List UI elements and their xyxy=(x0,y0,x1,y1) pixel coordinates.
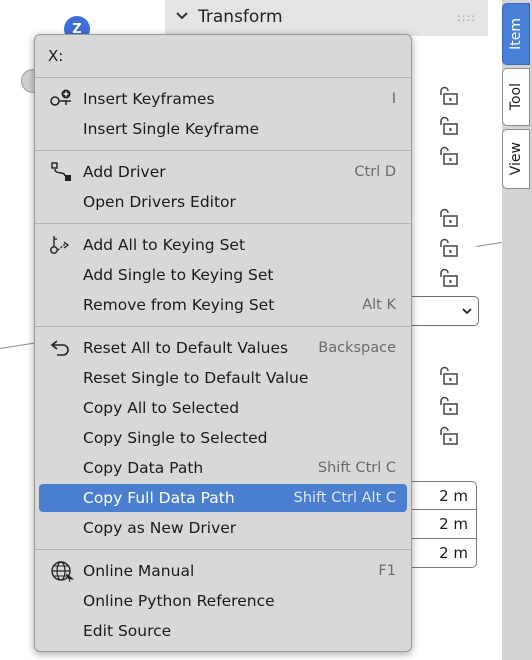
dimension-z-field[interactable]: 2 m xyxy=(405,539,477,568)
tab-tool[interactable]: Tool xyxy=(502,68,530,126)
menu-item-shortcut: Shift Ctrl Alt C xyxy=(293,490,396,506)
menu-item-label: Add All to Keying Set xyxy=(83,236,246,254)
menu-item-label: Add Driver xyxy=(83,163,166,181)
menu-item-label: Copy as New Driver xyxy=(83,519,237,537)
menu-separator xyxy=(35,150,411,151)
menu-item-copy-data-path[interactable]: Copy Data Path Shift Ctrl C xyxy=(39,454,407,482)
lock-icon[interactable] xyxy=(438,396,460,416)
menu-item-shortcut: Alt K xyxy=(362,297,396,313)
menu-item-label: Copy Data Path xyxy=(83,459,204,477)
drag-grip-icon[interactable]: :::: xyxy=(457,11,476,24)
menu-item-label: Copy All to Selected xyxy=(83,399,240,417)
tab-view-label: View xyxy=(508,142,524,176)
menu-item-copy-all-to-selected[interactable]: Copy All to Selected xyxy=(39,394,407,422)
menu-separator xyxy=(35,77,411,78)
menu-item-insert-keyframes[interactable]: Insert Keyframes I xyxy=(39,85,407,113)
menu-item-label: Remove from Keying Set xyxy=(83,296,275,314)
menu-item-label: Add Single to Keying Set xyxy=(83,266,274,284)
lock-icon[interactable] xyxy=(438,268,460,288)
menu-item-reset-single-to-default-value[interactable]: Reset Single to Default Value xyxy=(39,364,407,392)
tab-item-label: Item xyxy=(508,18,524,50)
menu-separator xyxy=(35,223,411,224)
menu-item-label: Reset All to Default Values xyxy=(83,339,289,357)
globe-icon xyxy=(49,560,75,582)
menu-item-label: Copy Single to Selected xyxy=(83,429,268,447)
menu-item-shortcut: Backspace xyxy=(318,340,396,356)
menu-item-label: Edit Source xyxy=(83,622,172,640)
menu-item-label: Reset Single to Default Value xyxy=(83,369,309,387)
tab-tool-label: Tool xyxy=(508,83,524,111)
menu-item-label: Online Python Reference xyxy=(83,592,275,610)
menu-item-label: Copy Full Data Path xyxy=(83,489,235,507)
tab-view[interactable]: View xyxy=(502,129,530,189)
lock-icon[interactable] xyxy=(438,208,460,228)
menu-separator xyxy=(35,326,411,327)
menu-item-label: Online Manual xyxy=(83,562,195,580)
chevron-down-icon xyxy=(175,9,189,27)
menu-item-copy-as-new-driver[interactable]: Copy as New Driver xyxy=(39,514,407,542)
menu-item-online-manual[interactable]: Online Manual F1 xyxy=(39,557,407,585)
lock-icon[interactable] xyxy=(438,426,460,446)
rotation-mode-dropdown[interactable] xyxy=(405,296,479,326)
menu-item-online-python-reference[interactable]: Online Python Reference xyxy=(39,587,407,615)
lock-icon[interactable] xyxy=(438,146,460,166)
reset-icon xyxy=(49,337,75,359)
lock-icon[interactable] xyxy=(438,86,460,106)
menu-item-shortcut: F1 xyxy=(378,563,396,579)
menu-item-copy-full-data-path[interactable]: Copy Full Data Path Shift Ctrl Alt C xyxy=(39,484,407,512)
lock-icon[interactable] xyxy=(438,366,460,386)
keyframe-insert-icon xyxy=(49,88,75,110)
menu-separator xyxy=(35,549,411,550)
menu-item-edit-source[interactable]: Edit Source xyxy=(39,617,407,645)
menu-item-insert-single-keyframe[interactable]: Insert Single Keyframe xyxy=(39,115,407,143)
dimension-x-field[interactable]: 2 m xyxy=(405,481,477,510)
chevron-down-icon xyxy=(461,301,473,321)
menu-item-copy-single-to-selected[interactable]: Copy Single to Selected xyxy=(39,424,407,452)
menu-item-shortcut: Shift Ctrl C xyxy=(317,460,396,476)
menu-title: X: xyxy=(48,47,64,65)
menu-item-label: Insert Single Keyframe xyxy=(83,120,260,138)
menu-item-remove-from-keying-set[interactable]: Remove from Keying Set Alt K xyxy=(39,291,407,319)
menu-item-open-drivers-editor[interactable]: Open Drivers Editor xyxy=(39,188,407,216)
driver-icon xyxy=(49,161,75,183)
context-menu: X: Insert Keyframes I Insert Single Keyfra… xyxy=(34,34,412,652)
keying-set-icon xyxy=(49,234,75,256)
menu-item-add-driver[interactable]: Add Driver Ctrl D xyxy=(39,158,407,186)
menu-item-shortcut: I xyxy=(391,91,396,107)
menu-item-add-all-to-keying-set[interactable]: Add All to Keying Set xyxy=(39,231,407,259)
lock-icon[interactable] xyxy=(438,116,460,136)
panel-title: Transform xyxy=(198,7,283,27)
tab-item[interactable]: Item xyxy=(502,3,530,65)
menu-item-shortcut: Ctrl D xyxy=(354,164,396,180)
dimension-y-field[interactable]: 2 m xyxy=(405,510,477,539)
transform-panel-header[interactable]: Transform :::: xyxy=(165,0,488,36)
menu-item-label: Open Drivers Editor xyxy=(83,193,236,211)
menu-item-add-single-to-keying-set[interactable]: Add Single to Keying Set xyxy=(39,261,407,289)
menu-item-reset-all-to-default-values[interactable]: Reset All to Default Values Backspace xyxy=(39,334,407,362)
menu-item-label: Insert Keyframes xyxy=(83,90,215,108)
lock-icon[interactable] xyxy=(438,238,460,258)
